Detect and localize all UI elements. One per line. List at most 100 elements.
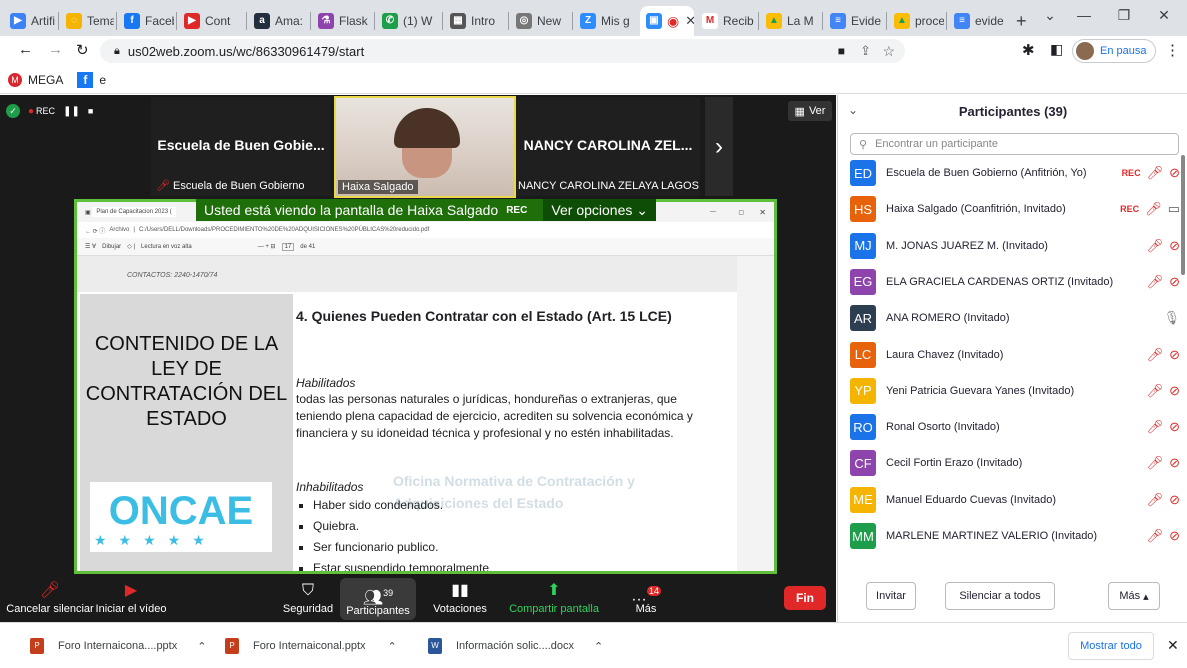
close-window-icon[interactable]: ✕ bbox=[1144, 0, 1184, 30]
mute-button[interactable]: 🎤︎ Cancelar silenciar bbox=[4, 576, 96, 622]
whatsapp-icon: ✆ bbox=[382, 13, 398, 29]
participant-row[interactable]: HS Haixa Salgado (Coanfitrión, Invitado) R… bbox=[850, 191, 1180, 227]
slide-heading: 4. Quienes Pueden Contratar con el Estad… bbox=[296, 308, 672, 324]
participant-row[interactable]: MJ M. JONAS JUAREZ M. (Invitado) 🎤︎ ⊘ bbox=[850, 228, 1180, 264]
tab-3[interactable]: ▶ Cont bbox=[178, 6, 244, 36]
pdf-address-bar: ← ⟳ ⓘ Archivo | C:/Users/DELL/Downloads/PRO… bbox=[77, 222, 774, 238]
muted-mic-icon: 🎤︎ bbox=[1146, 237, 1164, 253]
next-page-chevron-icon[interactable]: › bbox=[705, 97, 733, 196]
video-tile-escuela[interactable]: Escuela de Buen Gobie... 🎤︎ Escuela de B… bbox=[151, 97, 331, 196]
end-meeting-button[interactable]: Fin bbox=[784, 586, 826, 610]
restore-icon[interactable]: ❐ bbox=[1104, 0, 1144, 30]
polls-button[interactable]: ▮▮ Votaciones bbox=[428, 576, 492, 622]
profile-button[interactable]: En pausa bbox=[1072, 39, 1156, 63]
stop-icon[interactable]: ■ bbox=[88, 106, 93, 116]
tab-9[interactable]: Z Mis g bbox=[574, 6, 638, 36]
muted-mic-icon: 🎤︎ bbox=[39, 582, 61, 599]
security-button[interactable]: ⛉ Seguridad bbox=[278, 576, 338, 622]
download-item[interactable]: P Foro Internaicona....pptx ⌃ bbox=[30, 635, 206, 657]
forward-icon[interactable]: → bbox=[48, 41, 63, 58]
video-off-icon: ⊘ bbox=[1169, 382, 1180, 398]
more-button[interactable]: … 14 Más bbox=[626, 576, 666, 622]
panel-scrollbar[interactable] bbox=[1181, 155, 1185, 275]
pdf-toolbar: ☰ ∀ Dibujar ◇ | Lectura en voz alta — + ⊟ 17… bbox=[77, 238, 774, 256]
participant-row[interactable]: RO Ronal Osorto (Invitado) 🎤︎ ⊘ bbox=[850, 409, 1180, 445]
participant-row[interactable]: MM MARLENE MARTINEZ VALERIO (Invitado) 🎤︎ ⊘ bbox=[850, 518, 1180, 554]
tab-5[interactable]: ⚗ Flask bbox=[312, 6, 372, 36]
bookmark-star-icon[interactable]: ☆ bbox=[882, 43, 895, 60]
tab-12[interactable]: ▲ La M bbox=[760, 6, 820, 36]
minimize-icon[interactable]: — bbox=[1064, 0, 1104, 30]
tab-15[interactable]: ≡ evide bbox=[948, 6, 1006, 36]
invite-button[interactable]: Invitar bbox=[866, 582, 916, 610]
chevron-up-icon[interactable]: ⌃ bbox=[388, 640, 397, 653]
pdf-tab-icon: ▣ bbox=[85, 209, 91, 216]
view-button[interactable]: ▦ Ver bbox=[788, 101, 832, 121]
video-off-icon: ⊘ bbox=[1169, 455, 1180, 471]
view-options-button[interactable]: Ver opciones ⌄ bbox=[543, 199, 656, 221]
participant-search-input[interactable]: ⚲ Encontrar un participante bbox=[850, 133, 1179, 155]
tab-6[interactable]: ✆ (1) W bbox=[376, 6, 440, 36]
reload-icon[interactable]: ↻ bbox=[76, 41, 89, 59]
video-tile-haixa[interactable]: Haixa Salgado bbox=[334, 96, 516, 198]
share-screen-button[interactable]: ⬆ Compartir pantalla bbox=[504, 576, 604, 622]
panel-more-button[interactable]: Más ▴ bbox=[1108, 582, 1160, 610]
tab-8[interactable]: ◎ New bbox=[510, 6, 570, 36]
video-off-icon: ⊘ bbox=[1169, 237, 1180, 253]
tab-13[interactable]: ≡ Evide bbox=[824, 6, 884, 36]
shield-icon: ⛉ bbox=[301, 582, 314, 599]
show-all-button[interactable]: Mostrar todo bbox=[1068, 632, 1154, 660]
video-tile-nancy[interactable]: NANCY CAROLINA ZEL... NANCY CAROLINA ZEL… bbox=[516, 97, 700, 196]
participant-name: M. JONAS JUAREZ M. (Invitado) bbox=[886, 239, 1048, 252]
back-icon[interactable]: ← bbox=[18, 41, 33, 58]
youtube-icon: ▶ bbox=[184, 13, 200, 29]
camera-icon[interactable]: ■ bbox=[838, 44, 845, 58]
list-item: Haber sido condenados. bbox=[313, 495, 489, 516]
address-bar[interactable]: 🔒︎ us02web.zoom.us/wc/86330961479/start … bbox=[100, 39, 905, 63]
tab-7[interactable]: ▦ Intro bbox=[444, 6, 506, 36]
tab-14[interactable]: ▲ proce bbox=[888, 6, 944, 36]
tab-2[interactable]: fFaceb bbox=[118, 6, 174, 36]
chevron-up-icon[interactable]: ⌃ bbox=[594, 640, 603, 653]
participant-name: Manuel Eduardo Cuevas (Invitado) bbox=[886, 493, 1056, 506]
bookmark-e[interactable]: e bbox=[99, 73, 106, 87]
download-item[interactable]: P Foro Internaiconal.pptx ⌃ bbox=[225, 635, 397, 657]
tab-0[interactable]: ▶ Artifi bbox=[4, 6, 56, 36]
tab-4[interactable]: a Ama: bbox=[248, 6, 308, 36]
mute-all-button[interactable]: Silenciar a todos bbox=[945, 582, 1055, 610]
share-icon[interactable]: ⇪ bbox=[860, 43, 871, 59]
muted-mic-icon: 🎤︎ bbox=[1146, 491, 1164, 507]
participant-row[interactable]: LC Laura Chavez (Invitado) 🎤︎ ⊘ bbox=[850, 337, 1180, 373]
avatar: MJ bbox=[850, 232, 876, 259]
tab-1[interactable]: ◌ Tema bbox=[60, 6, 114, 36]
participant-row[interactable]: ME Manuel Eduardo Cuevas (Invitado) 🎤︎ ⊘ bbox=[850, 482, 1180, 518]
download-item[interactable]: W Información solic....docx ⌃ bbox=[428, 635, 603, 657]
participant-row[interactable]: AR ANA ROMERO (Invitado) 🎙︎ bbox=[850, 300, 1180, 336]
extensions-icon[interactable]: ✱ bbox=[1022, 41, 1035, 59]
tab-11[interactable]: M Recib bbox=[696, 6, 756, 36]
start-video-button[interactable]: ▶ Iniciar el vídeo bbox=[94, 576, 168, 622]
share-banner: Usted está viendo la pantalla de Haixa S… bbox=[196, 199, 656, 221]
chevron-up-icon[interactable]: ⌃ bbox=[197, 640, 206, 653]
pause-icon[interactable]: ❚❚ bbox=[63, 106, 80, 117]
tab-active-zoom[interactable]: ▣ ◉ ✕ bbox=[640, 6, 694, 36]
bookmark-mega[interactable]: MEGA bbox=[28, 73, 63, 87]
participant-row[interactable]: EG ELA GRACIELA CARDENAS ORTIZ (Invitado)… bbox=[850, 264, 1180, 300]
participant-row[interactable]: YP Yeni Patricia Guevara Yanes (Invitado)… bbox=[850, 373, 1180, 409]
close-downloads-icon[interactable]: ✕ bbox=[1167, 637, 1179, 654]
bullet-list: Haber sido condenados. Quiebra. Ser func… bbox=[313, 495, 489, 571]
sidebar-icon[interactable]: ◧ bbox=[1050, 41, 1063, 58]
muted-mic-icon: 🎤︎ bbox=[1146, 382, 1164, 398]
search-icon: ⚲ bbox=[859, 138, 868, 151]
close-tab-icon[interactable]: ✕ bbox=[685, 13, 694, 29]
muted-mic-icon: 🎤︎ bbox=[1146, 528, 1164, 543]
menu-kebab-icon[interactable]: ⋮ bbox=[1165, 41, 1180, 59]
participant-row[interactable]: ED Escuela de Buen Gobierno (Anfitrión, Y… bbox=[850, 155, 1180, 191]
participant-row[interactable]: CF Cecil Fortin Erazo (Invitado) 🎤︎ ⊘ bbox=[850, 445, 1180, 481]
profile-status: En pausa bbox=[1100, 45, 1147, 57]
avatar: YP bbox=[850, 377, 876, 404]
shared-screen: ▣ Plan de Capacitacion 2023 ( — ▢ ✕ ← ⟳ ⓘ A… bbox=[74, 199, 777, 574]
avatar: ED bbox=[850, 160, 876, 186]
participants-button[interactable]: 👥︎39 Participantes bbox=[340, 578, 416, 620]
shield-check-icon[interactable]: ✓ bbox=[6, 104, 20, 118]
